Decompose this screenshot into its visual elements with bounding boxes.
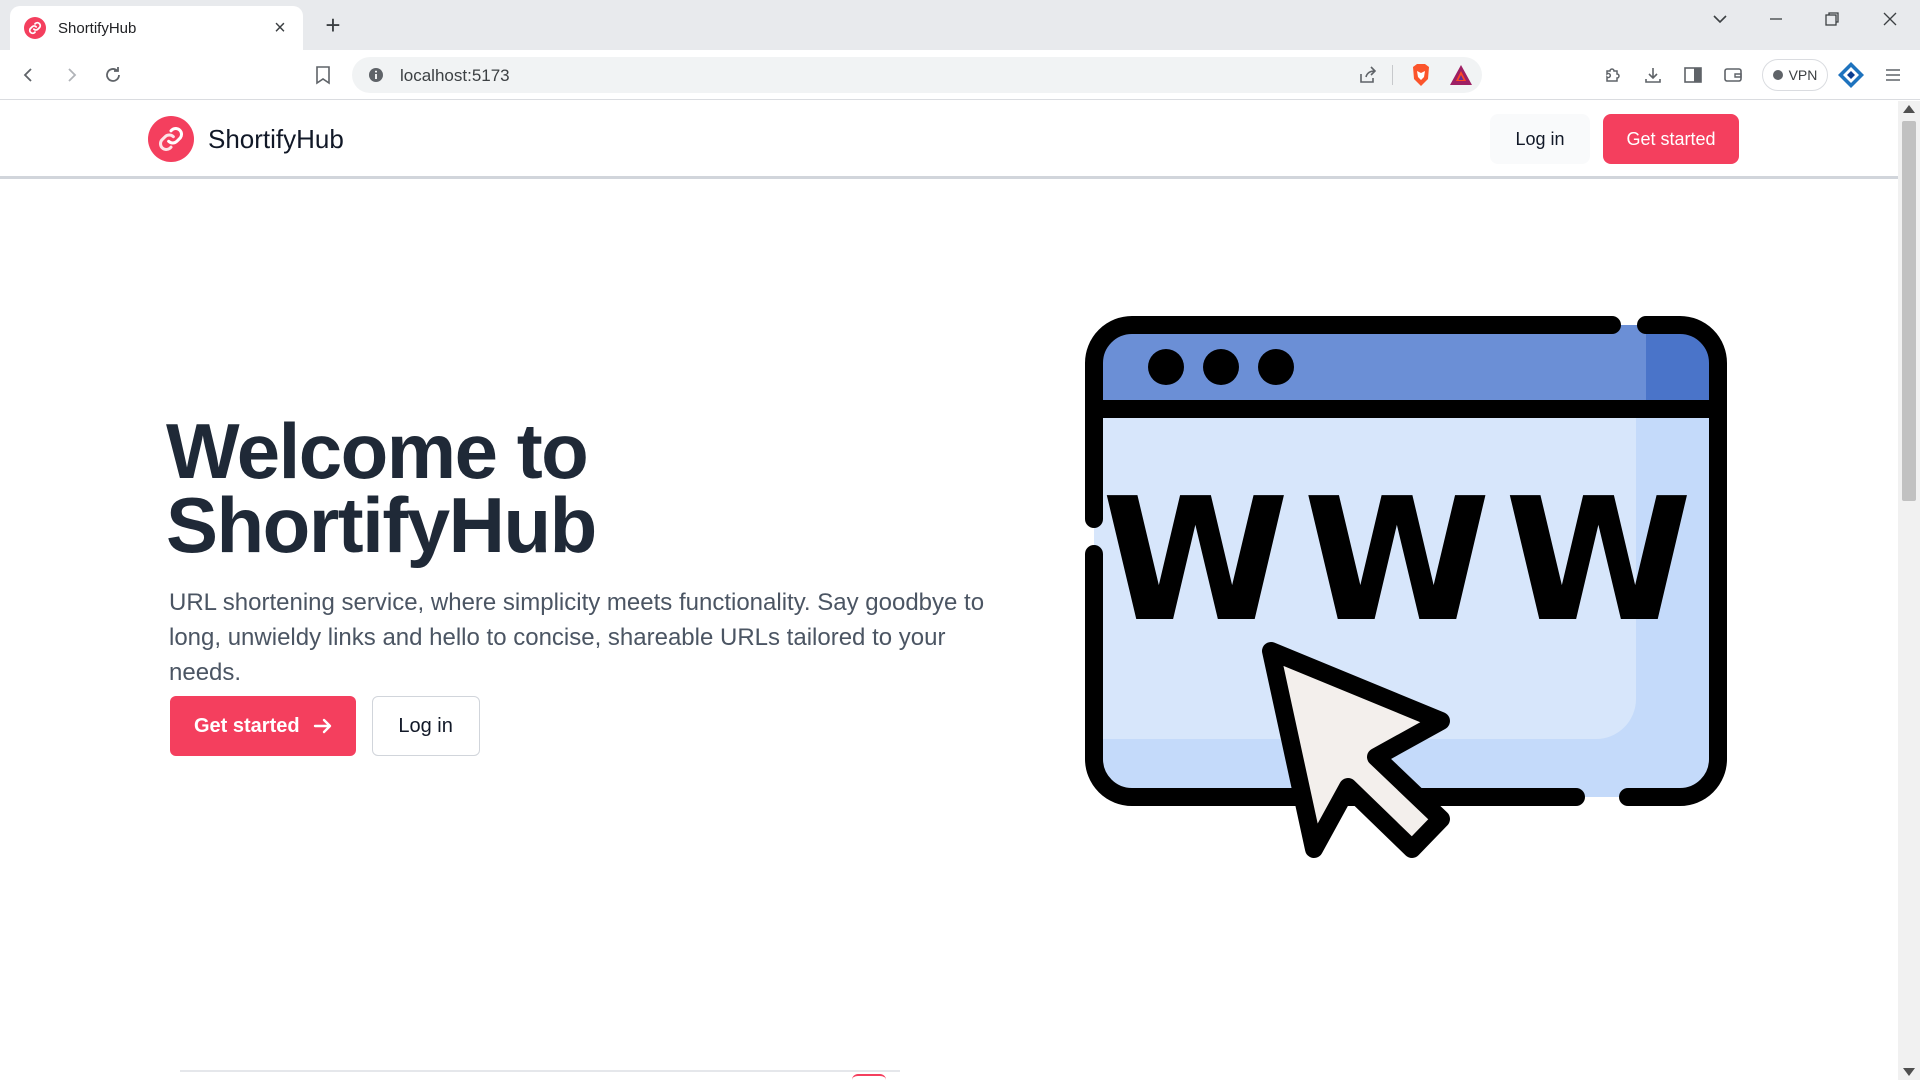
link-logo-icon	[148, 116, 194, 162]
url-text[interactable]: localhost:5173	[400, 66, 510, 86]
scroll-up-arrow-icon[interactable]	[1903, 105, 1915, 113]
scroll-down-arrow-icon[interactable]	[1903, 1068, 1915, 1076]
hero-title: Welcome to ShortifyHub	[166, 412, 1006, 564]
bookmark-icon[interactable]	[308, 60, 338, 90]
brand-link[interactable]: ShortifyHub	[148, 116, 344, 162]
new-tab-icon[interactable]: +	[318, 10, 348, 40]
site-navbar: ShortifyHub Log in Get started	[0, 101, 1898, 179]
close-tab-icon[interactable]: ×	[269, 17, 291, 39]
hero-title-line-2: ShortifyHub	[166, 481, 597, 569]
brave-rewards-icon[interactable]	[1448, 62, 1474, 88]
extensions-icon[interactable]	[1598, 60, 1628, 90]
vpn-button[interactable]: VPN	[1762, 59, 1828, 91]
page-scrollbar[interactable]	[1898, 101, 1920, 1080]
forward-arrow-icon[interactable]	[56, 60, 86, 90]
download-icon[interactable]	[1638, 60, 1668, 90]
wallet-icon[interactable]	[1718, 60, 1748, 90]
nav-login-button[interactable]: Log in	[1490, 114, 1590, 164]
back-arrow-icon[interactable]	[14, 60, 44, 90]
browser-toolbar: localhost:5173 VPN	[0, 50, 1920, 100]
get-started-button[interactable]: Get started	[170, 696, 356, 756]
minimize-icon[interactable]	[1756, 4, 1796, 34]
scrollbar-thumb[interactable]	[1902, 121, 1916, 501]
hero-description: URL shortening service, where simplicity…	[169, 589, 985, 686]
login-button[interactable]: Log in	[371, 696, 480, 756]
nav-get-started-button[interactable]: Get started	[1603, 114, 1739, 164]
browser-tab[interactable]: ShortifyHub ×	[10, 6, 303, 50]
info-icon[interactable]	[366, 65, 386, 85]
restore-icon[interactable]	[1812, 4, 1852, 34]
vpn-status-icon	[1772, 70, 1783, 80]
www-browser-illustration: WWW	[1085, 316, 1727, 858]
sidebar-icon[interactable]	[1678, 60, 1708, 90]
get-started-label: Get started	[194, 714, 300, 737]
browser-tab-bar: ShortifyHub × +	[0, 0, 1920, 50]
vpn-label: VPN	[1788, 67, 1818, 83]
omnibox-divider	[1392, 65, 1393, 85]
close-window-icon[interactable]	[1870, 4, 1910, 34]
share-icon[interactable]	[1356, 63, 1380, 87]
arrow-right-icon	[313, 718, 331, 734]
menu-icon[interactable]	[1878, 60, 1908, 90]
address-bar[interactable]: localhost:5173	[352, 57, 1482, 93]
tab-title: ShortifyHub	[58, 19, 137, 37]
hero-actions: Get started Log in	[170, 696, 480, 756]
brave-shield-icon[interactable]	[1408, 62, 1434, 88]
section-marker	[852, 1074, 886, 1080]
profile-avatar-icon[interactable]	[1836, 60, 1866, 90]
reload-icon[interactable]	[98, 60, 128, 90]
brand-name: ShortifyHub	[208, 123, 344, 154]
page-viewport: ShortifyHub Log in Get started Welcome t…	[0, 101, 1898, 1080]
tab-search-chevron-icon[interactable]	[1700, 4, 1740, 34]
www-text: WWW	[1102, 462, 1707, 660]
site-favicon-icon	[24, 17, 46, 39]
section-divider	[180, 1070, 900, 1072]
